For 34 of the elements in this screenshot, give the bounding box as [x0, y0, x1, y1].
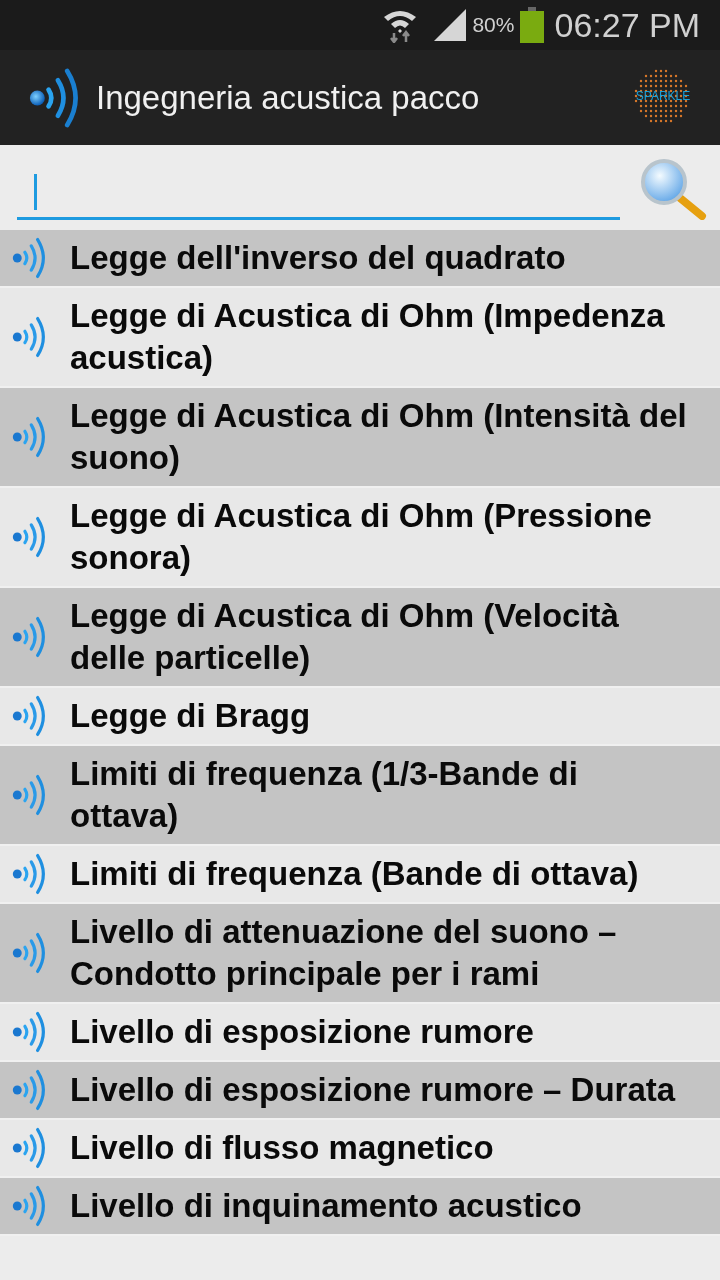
item-label: Livello di esposizione rumore	[70, 1012, 534, 1052]
item-label: Legge di Acustica di Ohm (Pressione sonora)	[70, 496, 653, 578]
list-item[interactable]: Legge di Bragg	[0, 688, 720, 746]
item-label: Legge di Acustica di Ohm (Intensità del suono)	[70, 396, 688, 478]
battery-icon	[520, 7, 545, 43]
list-item[interactable]: Legge di Acustica di Ohm (Impedenza acustica)	[0, 288, 720, 388]
list-item[interactable]: Legge dell'inverso del quadrato	[0, 230, 720, 288]
app-title: Ingegneria acustica pacco	[96, 78, 481, 117]
item-label: Legge dell'inverso del quadrato	[70, 238, 566, 278]
item-label: Legge di Bragg	[70, 696, 311, 736]
item-label: Livello di attenuazione del suono – Condotto principale per i rami	[70, 912, 618, 994]
brand-logo: SPARKLE	[630, 64, 696, 131]
battery-percent: 80%	[472, 13, 515, 37]
list-item[interactable]: Livello di attenuazione del suono – Condotto principale per i rami	[0, 904, 720, 1004]
item-label: Limiti di frequenza (Bande di ottava)	[70, 854, 639, 894]
item-label: Livello di esposizione rumore – Durata	[70, 1070, 676, 1110]
list-item[interactable]: Livello di flusso magnetico	[0, 1120, 720, 1178]
text-cursor	[34, 173, 37, 210]
item-label: Limiti di frequenza (1/3-Bande di ottava)	[70, 754, 579, 836]
list-item[interactable]: Limiti di frequenza (Bande di ottava)	[0, 846, 720, 904]
list-item[interactable]: Livello di esposizione rumore – Durata	[0, 1062, 720, 1120]
list-item[interactable]: Legge di Acustica di Ohm (Intensità del suono)	[0, 388, 720, 488]
list-item[interactable]: Limiti di frequenza (1/3-Bande di ottava)	[0, 746, 720, 846]
item-label: Legge di Acustica di Ohm (Impedenza acustica)	[70, 296, 666, 378]
list-item[interactable]: Livello di esposizione rumore	[0, 1004, 720, 1062]
item-label: Livello di flusso magnetico	[70, 1128, 494, 1168]
signal-icon	[434, 9, 467, 41]
list-item[interactable]: Legge di Acustica di Ohm (Pressione sonora)	[0, 488, 720, 588]
list-item[interactable]: Legge di Acustica di Ohm (Velocità delle particelle)	[0, 588, 720, 688]
list-item[interactable]: Livello di inquinamento acustico	[0, 1178, 720, 1236]
search-icon[interactable]	[638, 157, 708, 220]
item-label: Livello di inquinamento acustico	[70, 1186, 582, 1226]
clock-time: 06:27 PM	[554, 5, 700, 45]
item-label: Legge di Acustica di Ohm (Velocità delle particelle)	[70, 596, 620, 678]
